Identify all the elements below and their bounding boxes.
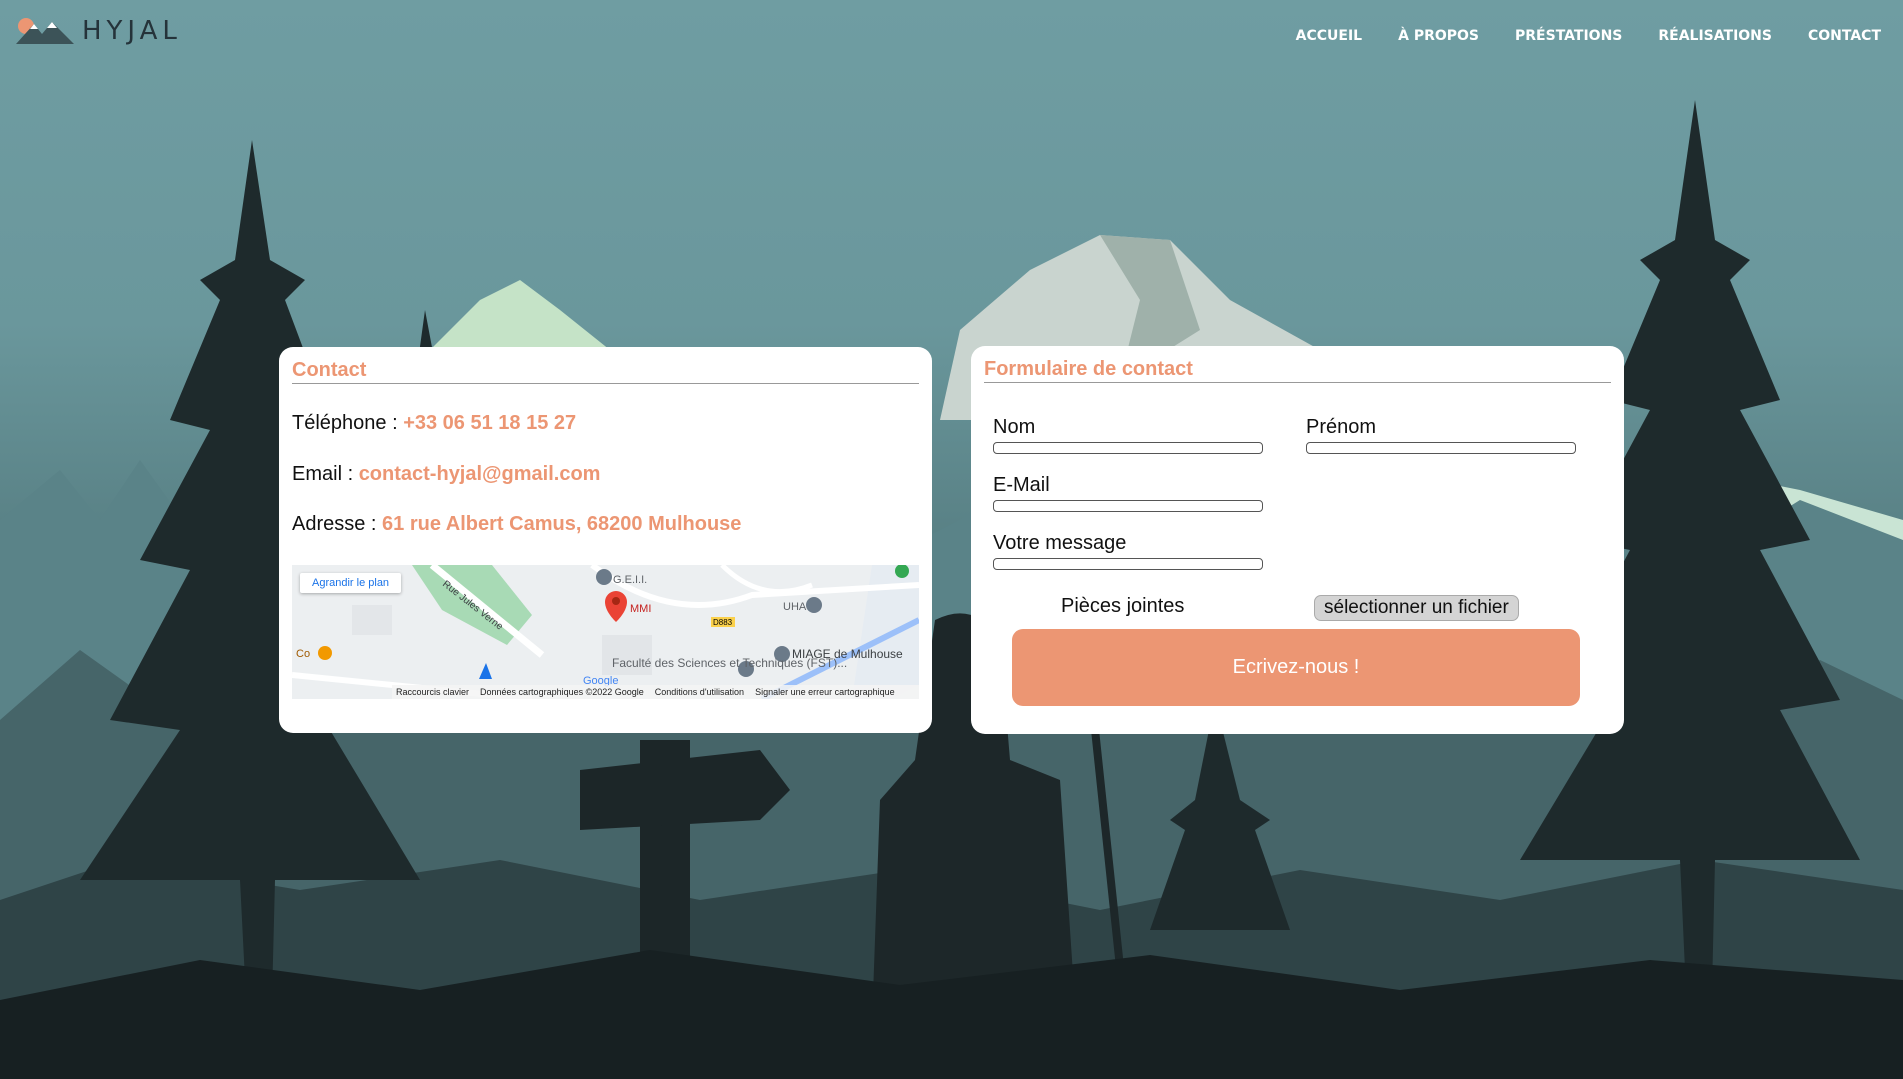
restaurant-marker-icon — [318, 646, 332, 660]
mountain-sun-icon — [16, 18, 74, 44]
school-marker-icon — [596, 569, 612, 585]
email-field-label: E-Mail — [993, 474, 1050, 496]
brand-name: HYJAL — [82, 16, 182, 46]
keyboard-shortcuts-link[interactable]: Raccourcis clavier — [396, 687, 469, 697]
school-marker-icon — [806, 597, 822, 613]
map-data-credit: Données cartographiques ©2022 Google — [480, 687, 644, 697]
svg-text:D883: D883 — [713, 618, 733, 627]
email-input[interactable] — [993, 500, 1263, 512]
submit-button[interactable]: Ecrivez-nous ! — [1012, 629, 1580, 706]
nav-accueil[interactable]: ACCUEIL — [1296, 28, 1362, 44]
contact-card: Contact Téléphone : +33 06 51 18 15 27 E… — [279, 347, 932, 733]
prenom-label: Prénom — [1306, 416, 1377, 438]
phone-line: Téléphone : +33 06 51 18 15 27 — [292, 412, 576, 435]
attachments-label: Pièces jointes — [1061, 595, 1185, 617]
nav-contact[interactable]: CONTACT — [1808, 28, 1881, 44]
terms-link[interactable]: Conditions d'utilisation — [655, 687, 744, 697]
address-value[interactable]: 61 rue Albert Camus, 68200 Mulhouse — [382, 513, 741, 535]
contact-form-card: Formulaire de contact Nom Prénom E-Mail … — [971, 346, 1624, 734]
nav-a-propos[interactable]: À PROPOS — [1398, 28, 1479, 44]
prenom-input[interactable] — [1306, 442, 1576, 454]
address-line: Adresse : 61 rue Albert Camus, 68200 Mul… — [292, 513, 741, 536]
svg-text:Co: Co — [296, 648, 310, 660]
nav-prestations[interactable]: PRÉSTATIONS — [1515, 28, 1622, 44]
svg-text:G.E.I.I.: G.E.I.I. — [613, 574, 647, 586]
nom-label: Nom — [993, 416, 1036, 438]
svg-text:UHA: UHA — [783, 601, 807, 613]
message-input[interactable] — [993, 558, 1263, 570]
svg-text:Faculté des Sciences et Techni: Faculté des Sciences et Techniques (FST)… — [612, 656, 847, 670]
map-footer: Raccourcis clavier Données cartographiqu… — [392, 685, 919, 699]
report-error-link[interactable]: Signaler une erreur cartographique — [755, 687, 895, 697]
logo[interactable]: HYJAL — [16, 16, 182, 46]
email-value[interactable]: contact-hyjal@gmail.com — [359, 463, 601, 485]
contact-title: Contact — [292, 359, 919, 384]
enlarge-map-button[interactable]: Agrandir le plan — [300, 573, 402, 593]
form-title: Formulaire de contact — [984, 358, 1611, 383]
nom-input[interactable] — [993, 442, 1263, 454]
google-map[interactable]: D883 G.E.I.I. MMI UHA MIAGE de Mulhouse … — [292, 565, 919, 699]
address-label: Adresse : — [292, 513, 383, 535]
message-label: Votre message — [993, 532, 1127, 554]
phone-label: Téléphone : — [292, 412, 404, 434]
main-nav: ACCUEIL À PROPOS PRÉSTATIONS RÉALISATION… — [1296, 28, 1881, 44]
svg-text:MMI: MMI — [630, 603, 651, 615]
nav-realisations[interactable]: RÉALISATIONS — [1658, 28, 1772, 44]
email-label: Email : — [292, 463, 359, 485]
email-line: Email : contact-hyjal@gmail.com — [292, 463, 600, 486]
phone-value[interactable]: +33 06 51 18 15 27 — [403, 412, 576, 434]
select-file-button[interactable]: sélectionner un fichier — [1314, 595, 1519, 621]
